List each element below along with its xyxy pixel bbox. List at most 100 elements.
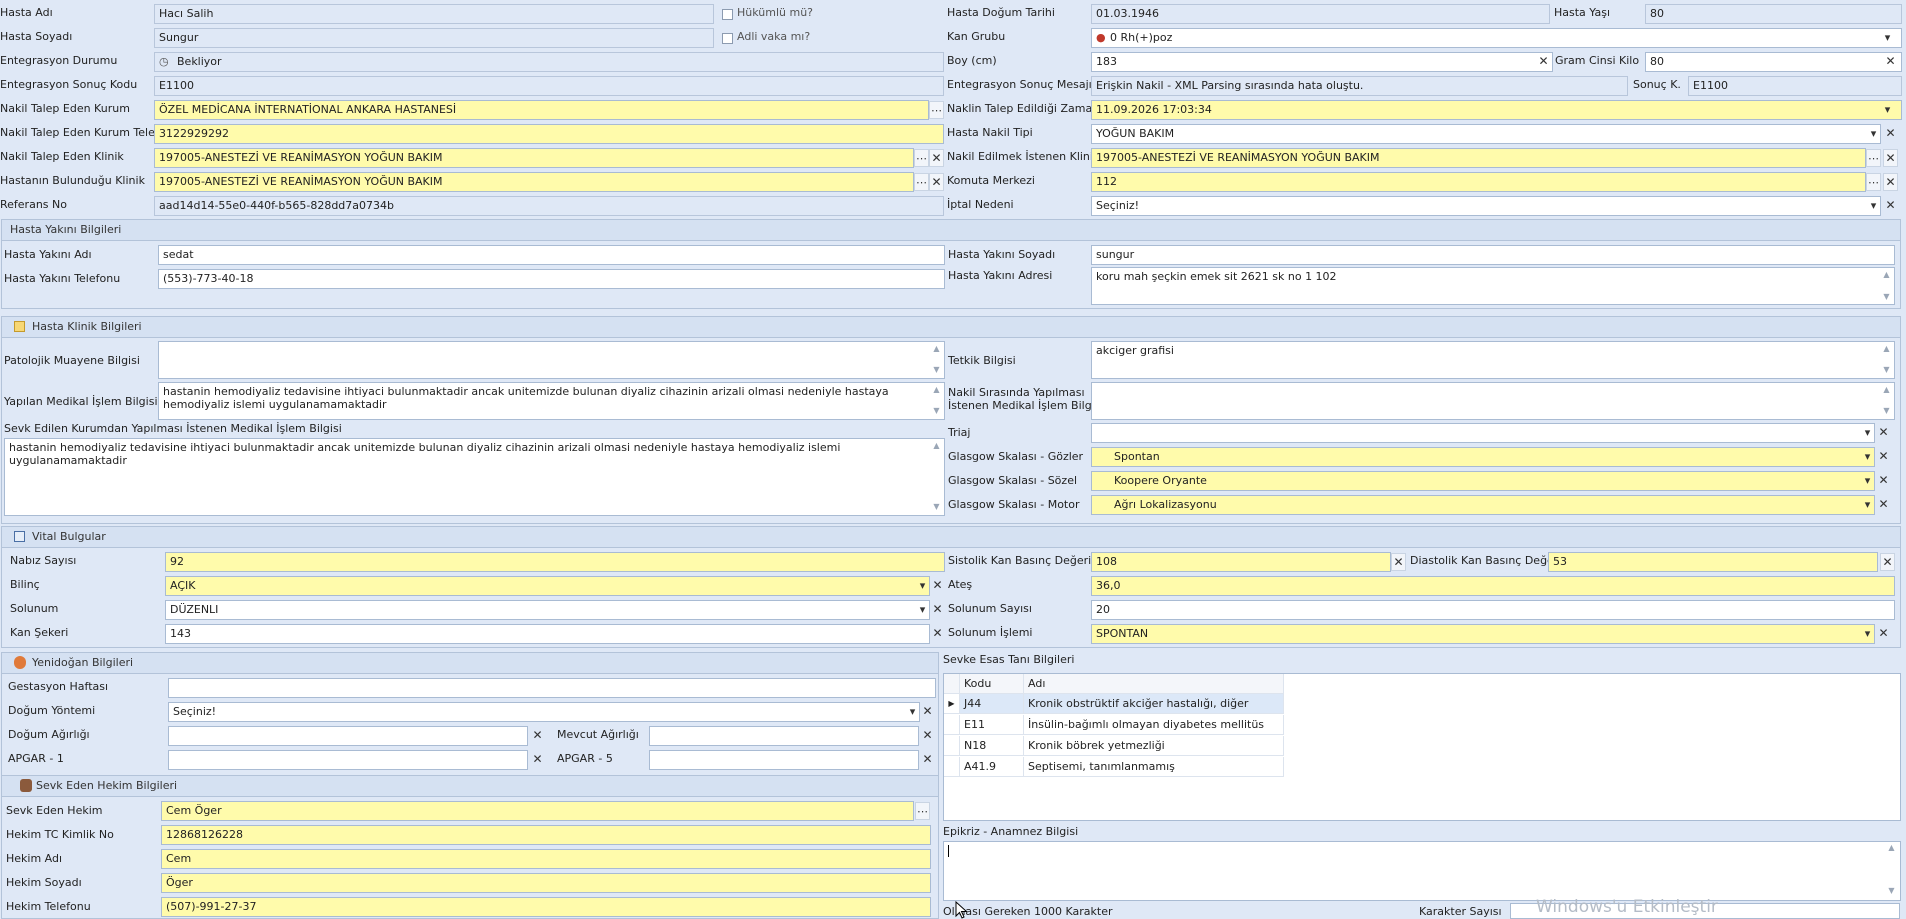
ellipsis-icon[interactable]: ⋯ [914, 149, 929, 167]
apgar1-field[interactable] [168, 750, 528, 770]
chevron-down-icon[interactable]: ▾ [1860, 448, 1875, 466]
grid-header-kodu[interactable]: Kodu [960, 674, 1024, 694]
chevron-down-icon[interactable]: ▾ [915, 577, 930, 595]
yakini-tel-field[interactable]: (553)-773-40-18 [158, 269, 945, 289]
sonuc-mesaji-field[interactable]: Erişkin Nakil - XML Parsing sırasında ha… [1091, 76, 1628, 96]
ellipsis-icon[interactable]: ⋯ [1866, 173, 1881, 191]
scroll-down-icon[interactable]: ▼ [1885, 886, 1898, 896]
scroll-up-icon[interactable]: ▲ [1880, 270, 1893, 280]
adli-checkbox[interactable] [722, 33, 733, 44]
close-icon[interactable]: ✕ [1880, 553, 1895, 571]
kurum-tel-field[interactable]: 3122929292 [154, 124, 944, 144]
close-icon[interactable]: ✕ [1883, 53, 1898, 71]
scroll-down-icon[interactable]: ▼ [1880, 292, 1893, 302]
apgar5-field[interactable] [649, 750, 919, 770]
istenen-klinik-field[interactable]: 197005-ANESTEZİ VE REANİMASYON YOĞUN BAK… [1091, 148, 1866, 168]
diastolik-field[interactable]: 53 [1548, 552, 1878, 572]
table-row-adi[interactable]: Septisemi, tanımlanmamış [1024, 757, 1284, 777]
solunum-select[interactable]: DÜZENLI [165, 600, 930, 620]
ellipsis-icon[interactable]: ⋯ [929, 101, 944, 119]
sistolik-field[interactable]: 108 [1091, 552, 1391, 572]
tani-grid[interactable]: Kodu Adı ▶ J44 Kronik obstrüktif akciğer… [943, 673, 1901, 821]
talep-zaman-field[interactable]: 11.09.2026 17:03:34 [1091, 100, 1902, 120]
close-icon[interactable]: ✕ [1876, 625, 1891, 643]
chevron-down-icon[interactable]: ▾ [1880, 29, 1895, 47]
solunum-sayisi-field[interactable]: 20 [1091, 600, 1895, 620]
scroll-up-icon[interactable]: ▲ [930, 441, 943, 451]
chevron-down-icon[interactable]: ▾ [1866, 197, 1881, 215]
kan-sekeri-field[interactable]: 143 [165, 624, 930, 644]
chevron-down-icon[interactable]: ▾ [915, 601, 930, 619]
chevron-down-icon[interactable]: ▾ [1866, 125, 1881, 143]
close-icon[interactable]: ✕ [920, 727, 935, 745]
chevron-down-icon[interactable]: ▾ [1880, 101, 1895, 119]
tetkik-field[interactable]: akciger grafisi [1091, 341, 1895, 379]
yakini-adi-field[interactable]: sedat [158, 245, 945, 265]
close-icon[interactable]: ✕ [920, 703, 935, 721]
close-icon[interactable]: ✕ [1536, 53, 1551, 71]
bilinc-select[interactable]: AÇIK [165, 576, 930, 596]
talep-klinik-field[interactable]: 197005-ANESTEZİ VE REANİMASYON YOĞUN BAK… [154, 148, 914, 168]
chevron-down-icon[interactable]: ▾ [905, 703, 920, 721]
nabiz-field[interactable]: 92 [165, 552, 945, 572]
nakil-tipi-select[interactable]: YOĞUN BAKIM [1091, 124, 1881, 144]
talep-kurum-field[interactable]: ÖZEL MEDİCANA İNTERNATİONAL ANKARA HASTA… [154, 100, 929, 120]
scroll-up-icon[interactable]: ▲ [1885, 843, 1898, 853]
close-icon[interactable]: ✕ [530, 727, 545, 745]
chevron-down-icon[interactable]: ▾ [1860, 424, 1875, 442]
close-icon[interactable]: ✕ [1883, 173, 1898, 191]
iptal-select[interactable]: Seçiniz! [1091, 196, 1881, 216]
ellipsis-icon[interactable]: ⋯ [915, 802, 930, 820]
table-row-adi[interactable]: İnsülin-bağımlı olmayan diyabetes mellit… [1024, 715, 1284, 735]
yakini-soyadi-field[interactable]: sungur [1091, 245, 1895, 265]
table-row-kodu[interactable]: N18 [960, 736, 1024, 756]
close-icon[interactable]: ✕ [1876, 472, 1891, 490]
patolojik-field[interactable] [158, 341, 945, 379]
hekim-tc-field[interactable]: 12868126228 [161, 825, 931, 845]
dogum-yontemi-select[interactable]: Seçiniz! [168, 702, 920, 722]
close-icon[interactable]: ✕ [1876, 448, 1891, 466]
ates-field[interactable]: 36,0 [1091, 576, 1895, 596]
close-icon[interactable]: ✕ [929, 173, 944, 191]
close-icon[interactable]: ✕ [530, 751, 545, 769]
close-icon[interactable]: ✕ [1883, 125, 1898, 143]
hasta-adi-field[interactable]: Hacı Salih [154, 4, 714, 24]
referans-field[interactable]: aad14d14-55e0-440f-b565-828dd7a0734b [154, 196, 944, 216]
hukumlu-checkbox[interactable] [722, 9, 733, 20]
gozler-select[interactable]: Spontan [1091, 447, 1875, 467]
scroll-up-icon[interactable]: ▲ [1880, 344, 1893, 354]
yas-field[interactable]: 80 [1645, 4, 1902, 24]
sonuc-k-field[interactable]: E1100 [1688, 76, 1902, 96]
close-icon[interactable]: ✕ [920, 751, 935, 769]
gestasyon-field[interactable] [168, 678, 936, 698]
close-icon[interactable]: ✕ [930, 577, 945, 595]
hasta-soyadi-field[interactable]: Sungur [154, 28, 714, 48]
ellipsis-icon[interactable]: ⋯ [1866, 149, 1881, 167]
table-row-adi[interactable]: Kronik böbrek yetmezliği [1024, 736, 1284, 756]
komuta-field[interactable]: 112 [1091, 172, 1866, 192]
grid-header-adi[interactable]: Adı [1024, 674, 1284, 694]
close-icon[interactable]: ✕ [1883, 149, 1898, 167]
sevk-field[interactable]: hastanin hemodiyaliz tedavisine ihtiyaci… [4, 438, 945, 516]
table-row-kodu[interactable]: A41.9 [960, 757, 1024, 777]
table-row-kodu[interactable]: J44 [960, 694, 1024, 714]
chevron-down-icon[interactable]: ▾ [1860, 625, 1875, 643]
scroll-down-icon[interactable]: ▼ [1880, 365, 1893, 375]
close-icon[interactable]: ✕ [930, 601, 945, 619]
sozel-select[interactable]: Koopere Oryante [1091, 471, 1875, 491]
scroll-down-icon[interactable]: ▼ [1880, 406, 1893, 416]
table-row-adi[interactable]: Kronik obstrüktif akciğer hastalığı, diğ… [1024, 694, 1284, 714]
scroll-up-icon[interactable]: ▲ [930, 385, 943, 395]
hekim-adi-field[interactable]: Cem [161, 849, 931, 869]
entegrasyon-durumu-field[interactable]: ◷ Bekliyor [154, 52, 944, 72]
scroll-down-icon[interactable]: ▼ [930, 406, 943, 416]
close-icon[interactable]: ✕ [1391, 553, 1406, 571]
boy-field[interactable]: 183 [1091, 52, 1553, 72]
hekim-soyadi-field[interactable]: Öger [161, 873, 931, 893]
medikal-field[interactable]: hastanin hemodiyaliz tedavisine ihtiyaci… [158, 382, 945, 420]
close-icon[interactable]: ✕ [1883, 197, 1898, 215]
scroll-up-icon[interactable]: ▲ [930, 344, 943, 354]
solunum-islemi-select[interactable]: SPONTAN [1091, 624, 1875, 644]
sonuc-kodu-field[interactable]: E1100 [154, 76, 944, 96]
close-icon[interactable]: ✕ [1876, 424, 1891, 442]
